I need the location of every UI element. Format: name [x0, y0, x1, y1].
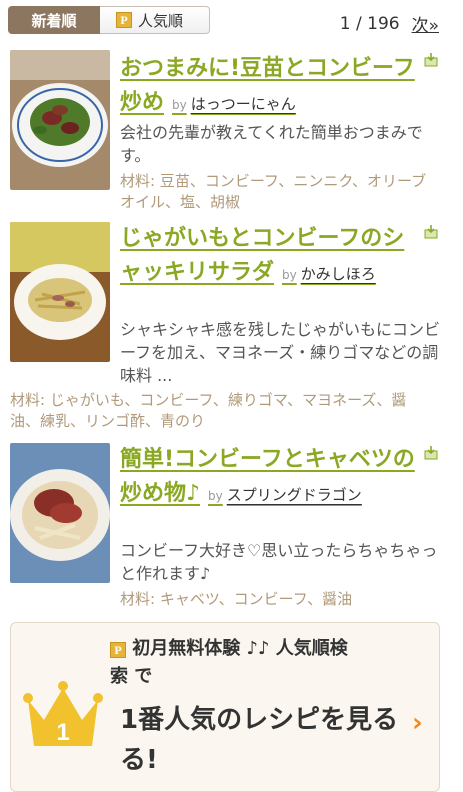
by-label: by — [172, 98, 187, 112]
clip-download-icon — [424, 225, 438, 239]
save-recipe-button[interactable] — [424, 224, 438, 243]
recipe-description: シャキシャキ感を残したじゃがいもにコンビーフを加え、マヨネーズ・練りゴマなどの調… — [120, 320, 441, 385]
chevron-right-icon[interactable]: › — [412, 708, 423, 738]
recipe-photo-salad — [10, 222, 110, 362]
recipe-ingredients: 材料: キャベツ、コンビーフ、醤油 — [120, 590, 353, 608]
recipe-thumbnail[interactable] — [10, 50, 110, 190]
recipe-item: じゃがいもとコンビーフのシャッキリサラダ by かみしほろ — [120, 222, 420, 292]
save-recipe-button[interactable] — [424, 445, 438, 464]
by-label: by — [208, 489, 223, 503]
promo-headline-line2: 索 で — [110, 666, 153, 687]
crown-number: 1 — [56, 719, 69, 746]
clip-download-icon — [424, 446, 438, 460]
promo-main-line2: る! — [120, 745, 158, 775]
tab-newest[interactable]: 新着順 — [8, 6, 100, 34]
pager: 1 / 196 次» — [339, 11, 439, 37]
recipe-title-block: 簡単!コンビーフとキャベツの炒め物♪ by スプリングドラゴン — [120, 443, 420, 513]
premium-badge-icon: P — [110, 642, 126, 658]
tab-newest-label: 新着順 — [31, 11, 77, 30]
recipe-item: 簡単!コンビーフとキャベツの炒め物♪ by スプリングドラゴン — [120, 443, 420, 513]
next-page-link[interactable]: 次» — [412, 11, 439, 36]
recipe-thumbnail[interactable] — [10, 222, 110, 362]
recipe-item: おつまみに!豆苗とコンビーフ炒め by はっつーにゃん — [120, 52, 420, 122]
tab-popular[interactable]: P 人気順 — [100, 6, 210, 34]
crown-icon: 1 — [23, 681, 103, 746]
recipe-author-link[interactable]: スプリングドラゴン — [227, 486, 362, 504]
clip-download-icon — [424, 53, 438, 67]
recipe-photo-stir-fry — [10, 50, 110, 190]
recipe-author-link[interactable]: はっつーにゃん — [191, 95, 296, 113]
premium-badge-icon: P — [116, 12, 132, 28]
recipe-title-block: じゃがいもとコンビーフのシャッキリサラダ by かみしほろ — [120, 222, 420, 292]
by-label: by — [282, 268, 297, 282]
promo-headline: P 初月無料体験 ♪♪ 人気順検 索 で — [110, 635, 430, 691]
tab-popular-label: 人気順 — [138, 11, 184, 30]
recipe-photo-cabbage — [10, 443, 110, 583]
recipe-title-block: おつまみに!豆苗とコンビーフ炒め by はっつーにゃん — [120, 52, 420, 122]
recipe-thumbnail[interactable] — [10, 443, 110, 583]
recipe-ingredients: 材料: 豆苗、コンビーフ、ニンニク、オリーブオイル、塩、胡椒 — [120, 172, 427, 211]
recipe-description: 会社の先輩が教えてくれた簡単おつまみです。 — [120, 123, 423, 165]
save-recipe-button[interactable] — [424, 52, 438, 71]
promo-main-text: 1番人気のレシピを見る る! — [120, 700, 410, 780]
recipe-description: コンビーフ大好き♡思い立ったらちゃちゃっと作れます♪ — [120, 541, 438, 583]
page-indicator: 1 / 196 — [339, 13, 400, 34]
recipe-author-link[interactable]: かみしほろ — [301, 265, 376, 283]
promo-headline-line1: 初月無料体験 ♪♪ 人気順検 — [132, 638, 348, 659]
promo-main-line1: 1番人気のレシピを見る — [120, 705, 399, 735]
recipe-ingredients: 材料: じゃがいも、コンビーフ、練りゴマ、マヨネーズ、醤油、練乳、リンゴ酢、青の… — [10, 391, 407, 430]
